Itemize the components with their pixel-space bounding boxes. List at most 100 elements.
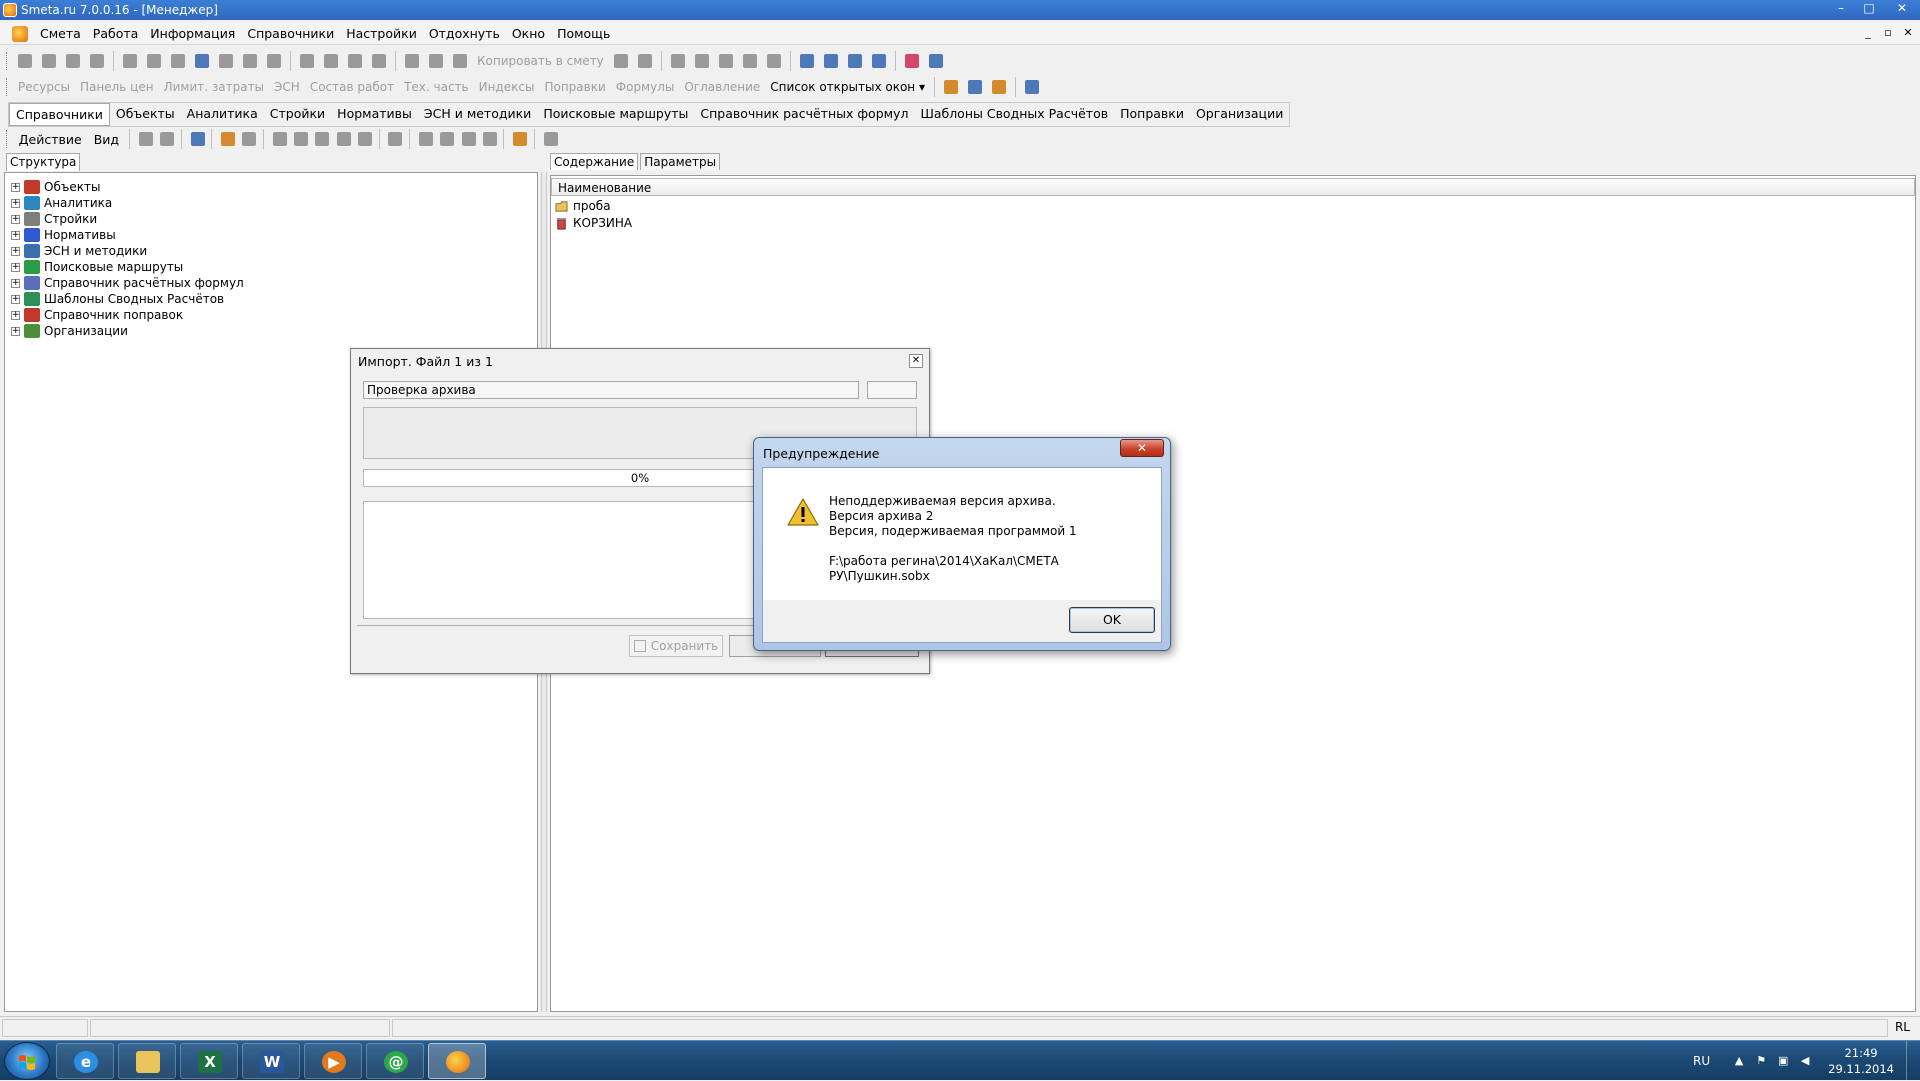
action-center-flag-icon[interactable]: ⚑ xyxy=(1754,1054,1768,1068)
corrections-button[interactable]: Поправки xyxy=(539,80,610,94)
tree-item-formulas[interactable]: + Справочник расчётных формул xyxy=(11,275,244,291)
expand-icon[interactable]: + xyxy=(11,294,20,304)
copy-to-estimate-button[interactable]: Копировать в смету xyxy=(472,54,609,68)
minimize-button[interactable]: – xyxy=(1828,0,1854,18)
indexes-button[interactable]: Индексы xyxy=(474,80,540,94)
tab-objects[interactable]: Объекты xyxy=(110,103,181,126)
block5-icon[interactable] xyxy=(436,128,455,150)
tab-references[interactable]: Справочники xyxy=(9,102,110,126)
list-item[interactable]: проба xyxy=(555,198,611,214)
worker-icon[interactable] xyxy=(988,76,1010,98)
tree-item-objects[interactable]: + Объекты xyxy=(11,179,100,195)
expand-icon[interactable]: + xyxy=(11,182,20,192)
menu-window[interactable]: Окно xyxy=(506,26,551,41)
tab-templates[interactable]: Шаблоны Сводных Расчётов xyxy=(914,103,1114,126)
close-icon[interactable] xyxy=(540,128,559,150)
level-up-icon[interactable] xyxy=(796,50,818,72)
copy-doc-icon[interactable] xyxy=(610,50,632,72)
expand-icon[interactable]: + xyxy=(11,230,20,240)
folder-new-icon[interactable] xyxy=(156,128,175,150)
calc-tool-icon[interactable] xyxy=(940,76,962,98)
taskbar-mail-agent[interactable]: @ xyxy=(366,1043,424,1079)
save-button[interactable]: Сохранить xyxy=(629,635,723,657)
view-menu[interactable]: Вид xyxy=(88,132,125,147)
insert-row-icon[interactable] xyxy=(425,50,447,72)
undo-icon[interactable] xyxy=(167,50,189,72)
maximize-button[interactable]: □ xyxy=(1856,0,1882,18)
truck-icon[interactable] xyxy=(964,76,986,98)
close-window-button[interactable]: ✕ xyxy=(1884,0,1920,18)
tab-analytics[interactable]: Аналитика xyxy=(181,103,264,126)
limit-costs-button[interactable]: Лимит. затраты xyxy=(159,80,269,94)
align-icon[interactable] xyxy=(263,50,285,72)
taskbar-explorer[interactable] xyxy=(118,1043,176,1079)
formulas-button[interactable]: Формулы xyxy=(611,80,680,94)
insert-icon[interactable] xyxy=(401,50,423,72)
tab-formulas[interactable]: Справочник расчётных формул xyxy=(694,103,914,126)
tab-constructions[interactable]: Стройки xyxy=(264,103,331,126)
menu-smeta[interactable]: Смета xyxy=(34,26,87,41)
expand-icon[interactable]: + xyxy=(11,326,20,336)
start-button[interactable] xyxy=(4,1042,50,1080)
warning-close-button[interactable]: ✕ xyxy=(1120,439,1164,457)
mdi-restore-button[interactable]: ▫ xyxy=(1880,25,1896,41)
arrow-down-icon[interactable] xyxy=(354,128,373,150)
taskbar-smeta[interactable] xyxy=(428,1043,486,1079)
menu-references[interactable]: Справочники xyxy=(241,26,340,41)
column-header-name[interactable]: Наименование xyxy=(551,178,1915,196)
outdent-icon[interactable] xyxy=(239,50,261,72)
tech-part-button[interactable]: Тех. часть xyxy=(399,80,474,94)
expand-icon[interactable]: + xyxy=(11,310,20,320)
move-left-icon[interactable] xyxy=(844,50,866,72)
menu-work[interactable]: Работа xyxy=(87,26,145,41)
show-hidden-icons-icon[interactable]: ▲ xyxy=(1732,1054,1746,1068)
book-icon[interactable] xyxy=(901,50,923,72)
block3-icon[interactable] xyxy=(311,128,330,150)
expand-icon[interactable]: + xyxy=(11,246,20,256)
refresh-icon[interactable] xyxy=(187,128,206,150)
grid3-icon[interactable] xyxy=(715,50,737,72)
open-windows-dropdown[interactable]: Список открытых окон ▾ xyxy=(765,80,930,94)
arrow-up-icon[interactable] xyxy=(333,128,352,150)
price-panel-button[interactable]: Панель цен xyxy=(75,80,159,94)
mdi-minimize-button[interactable]: _ xyxy=(1860,25,1876,41)
tab-structure[interactable]: Структура xyxy=(6,153,81,171)
redo-icon[interactable] xyxy=(191,50,213,72)
menu-settings[interactable]: Настройки xyxy=(340,26,423,41)
calc-icon[interactable] xyxy=(62,50,84,72)
add-icon[interactable] xyxy=(449,50,471,72)
tree-item-templates[interactable]: + Шаблоны Сводных Расчётов xyxy=(11,291,224,307)
block6-icon[interactable] xyxy=(458,128,477,150)
work-content-button[interactable]: Состав работ xyxy=(305,80,399,94)
tree-item-organizations[interactable]: + Организации xyxy=(11,323,128,339)
tab-contents[interactable]: Содержание xyxy=(550,153,639,170)
tab-esn[interactable]: ЭСН и методики xyxy=(418,103,537,126)
sort-icon[interactable] xyxy=(739,50,761,72)
tree-item-constructions[interactable]: + Стройки xyxy=(11,211,97,227)
import-close-button[interactable]: ✕ xyxy=(909,354,923,368)
action-menu[interactable]: Действие xyxy=(13,132,88,147)
block2-icon[interactable] xyxy=(290,128,309,150)
show-desktop-button[interactable] xyxy=(1906,1041,1920,1081)
tab-norms[interactable]: Нормативы xyxy=(331,103,418,126)
import-icon[interactable] xyxy=(217,128,236,150)
taskbar-media-player[interactable]: ▶ xyxy=(304,1043,362,1079)
indent-icon[interactable] xyxy=(215,50,237,72)
menu-info[interactable]: Информация xyxy=(144,26,241,41)
find-icon[interactable] xyxy=(86,50,108,72)
paste-icon[interactable] xyxy=(344,50,366,72)
tree-item-esn[interactable]: + ЭСН и методики xyxy=(11,243,147,259)
copy-icon[interactable] xyxy=(320,50,342,72)
block7-icon[interactable] xyxy=(479,128,498,150)
taskbar-ie[interactable]: e xyxy=(56,1043,114,1079)
folder-icon[interactable] xyxy=(135,128,154,150)
language-indicator[interactable]: RU xyxy=(1693,1054,1710,1068)
save-icon[interactable] xyxy=(119,50,141,72)
grid2-icon[interactable] xyxy=(691,50,713,72)
volume-icon[interactable]: ◀ xyxy=(1798,1054,1812,1068)
esn-button[interactable]: ЭСН xyxy=(269,80,305,94)
network-icon[interactable]: ▣ xyxy=(1776,1054,1790,1068)
print-icon[interactable] xyxy=(143,50,165,72)
tab-corrections[interactable]: Поправки xyxy=(1114,103,1190,126)
book2-icon[interactable] xyxy=(925,50,947,72)
